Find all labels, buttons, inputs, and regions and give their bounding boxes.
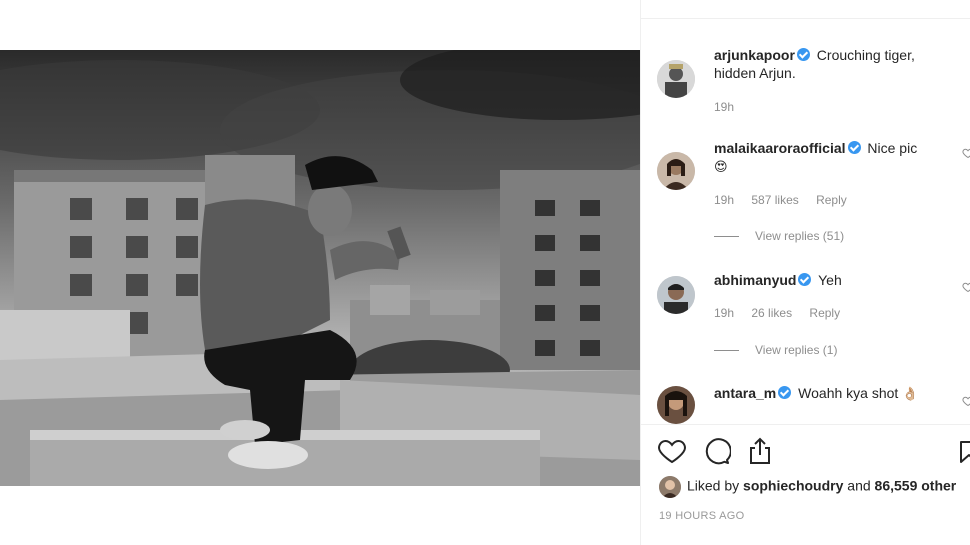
liked-by-prefix: Liked by: [687, 477, 744, 494]
comment-1-reply-button[interactable]: Reply: [816, 193, 847, 207]
comment-1-username[interactable]: malaikaaroraofficial: [714, 140, 846, 156]
heart-eyes-emoji-icon: 😍: [714, 160, 728, 175]
comment-3-username[interactable]: antara_m: [714, 385, 776, 401]
avatar-malaikaaroraofficial-image: [657, 152, 695, 190]
comment-1: malaikaaroraofficial Nice pic 😍: [714, 139, 964, 177]
comment-1-likes[interactable]: 587 likes: [751, 193, 798, 207]
comment-2-text: Yeh: [818, 272, 842, 288]
liked-by-text: Liked by sophiechoudry and 86,559 other: [687, 478, 956, 494]
liked-by-avatar-image: [659, 476, 681, 498]
comment-2-likes[interactable]: 26 likes: [751, 306, 792, 320]
top-divider: [641, 18, 970, 19]
comment-3: antara_m Woahh kya shot 👌🏼: [714, 384, 964, 404]
comment-1-meta: 19h 587 likes Reply: [714, 193, 861, 207]
caption-text-line1: Crouching tiger,: [816, 47, 915, 63]
comment-2-time: 19h: [714, 306, 735, 320]
comment-1-like-icon[interactable]: [962, 147, 970, 159]
heart-icon[interactable]: [657, 436, 687, 466]
photo-image: [0, 50, 640, 486]
comment-2-meta: 19h 26 likes Reply: [714, 306, 854, 320]
comment-3-like-icon[interactable]: [962, 395, 970, 407]
share-icon[interactable]: [745, 436, 775, 466]
post-photo[interactable]: [0, 50, 640, 486]
caption-username[interactable]: arjunkapoor: [714, 47, 795, 63]
comments-panel: arjunkapoor Crouching tiger, hidden Arju…: [640, 0, 970, 545]
avatar-abhimanyud[interactable]: [657, 276, 695, 314]
liked-by-count[interactable]: 86,559 other: [875, 478, 957, 494]
verified-badge-icon: [796, 48, 810, 61]
comment-1-time: 19h: [714, 193, 735, 207]
avatar-malaikaaroraofficial[interactable]: [657, 152, 695, 190]
caption: arjunkapoor Crouching tiger, hidden Arju…: [714, 46, 964, 82]
avatar-antara-m-image: [657, 386, 695, 424]
comment-2-view-replies-label: View replies (1): [755, 343, 838, 357]
avatar-abhimanyud-image: [657, 276, 695, 314]
verified-badge-icon: [847, 141, 861, 154]
caption-meta: 19h: [714, 100, 748, 114]
comment-2: abhimanyud Yeh: [714, 271, 964, 289]
comment-1-view-replies-label: View replies (51): [755, 229, 845, 243]
liked-by-user[interactable]: sophiechoudry: [743, 478, 843, 494]
caption-text-line2: hidden Arjun.: [714, 65, 796, 81]
replies-line: [714, 350, 739, 352]
ok-hand-emoji-icon: 👌🏼: [902, 387, 919, 402]
comment-icon[interactable]: [701, 436, 731, 466]
verified-badge-icon: [778, 386, 792, 399]
comment-3-text: Woahh kya shot: [798, 385, 899, 401]
bookmark-icon[interactable]: [959, 440, 970, 464]
avatar-arjunkapoor[interactable]: [657, 60, 695, 98]
avatar-arjunkapoor-image: [657, 60, 695, 98]
comment-1-view-replies[interactable]: View replies (51): [714, 229, 844, 243]
replies-line: [714, 236, 739, 238]
liked-by-middle: and: [843, 477, 875, 494]
actions-divider: [641, 424, 970, 425]
comment-2-username[interactable]: abhimanyud: [714, 272, 796, 288]
comment-2-like-icon[interactable]: [962, 281, 970, 293]
comment-2-view-replies[interactable]: View replies (1): [714, 343, 837, 357]
comment-2-reply-button[interactable]: Reply: [809, 306, 840, 320]
caption-time: 19h: [714, 100, 735, 114]
comment-1-text: Nice pic: [867, 140, 918, 156]
post-timestamp[interactable]: 19 HOURS AGO: [659, 510, 745, 522]
verified-badge-icon: [798, 273, 812, 286]
liked-by-row: Liked by sophiechoudry and 86,559 other: [659, 476, 956, 498]
avatar-antara-m[interactable]: [657, 386, 695, 424]
liked-by-avatar[interactable]: [659, 476, 681, 498]
